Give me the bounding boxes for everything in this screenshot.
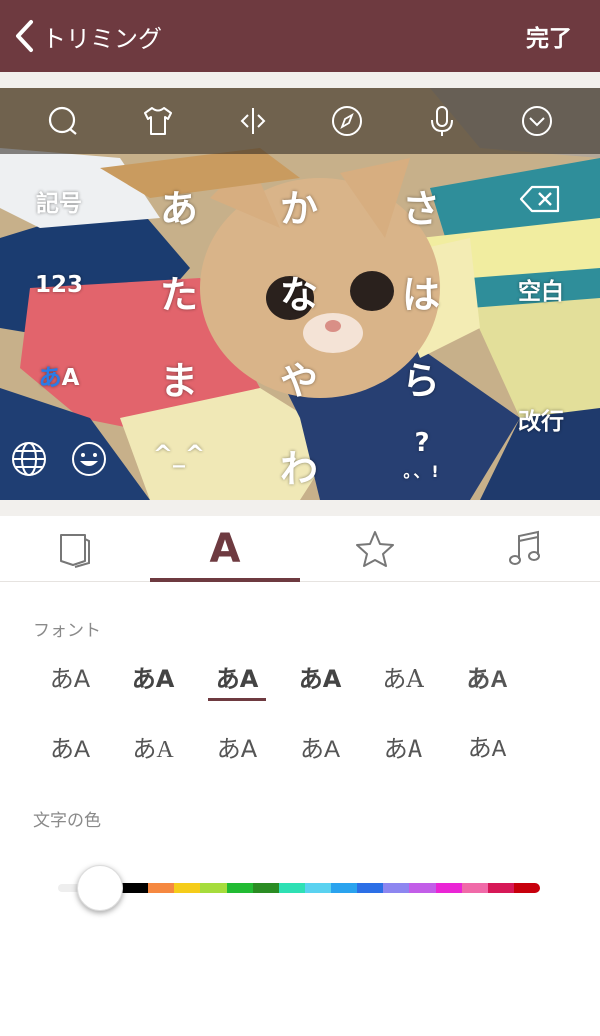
key-ra[interactable]: ら: [386, 350, 456, 405]
key-na[interactable]: な: [264, 264, 334, 319]
font-option[interactable]: あA: [450, 721, 524, 771]
color-swatch[interactable]: [357, 883, 384, 893]
resize-icon[interactable]: [235, 103, 271, 139]
font-option[interactable]: あA: [33, 651, 107, 701]
font-option[interactable]: あA: [116, 651, 190, 701]
font-option[interactable]: あA: [200, 721, 274, 771]
key-ka[interactable]: か: [264, 178, 334, 233]
keyboard-toolbar: [0, 88, 600, 154]
font-tab-label: A: [209, 525, 241, 572]
font-option[interactable]: あA: [283, 651, 357, 701]
color-swatch[interactable]: [513, 883, 540, 893]
key-a[interactable]: あ: [144, 178, 214, 233]
backspace-icon[interactable]: [518, 184, 562, 214]
search-icon[interactable]: [45, 103, 81, 139]
color-swatch[interactable]: [409, 883, 436, 893]
color-swatch[interactable]: [435, 883, 462, 893]
compass-icon[interactable]: [329, 103, 365, 139]
key-ma[interactable]: ま: [144, 350, 214, 405]
tab-sound[interactable]: [450, 516, 600, 581]
font-option[interactable]: あA: [450, 651, 524, 701]
divider: [0, 500, 600, 516]
tab-font[interactable]: A: [150, 516, 300, 582]
key-punctuation[interactable]: ? 。、!: [392, 428, 452, 482]
font-option[interactable]: あA: [33, 721, 107, 771]
shirt-icon[interactable]: [140, 103, 176, 139]
color-swatch[interactable]: [252, 883, 279, 893]
key-ha[interactable]: は: [386, 264, 456, 319]
color-swatch[interactable]: [174, 883, 201, 893]
back-label: トリミング: [42, 24, 162, 53]
punct-question: ?: [414, 428, 430, 458]
key-symbols[interactable]: 記号: [14, 184, 104, 218]
music-note-icon: [509, 530, 540, 565]
globe-icon[interactable]: [10, 440, 48, 478]
color-swatch[interactable]: [148, 883, 175, 893]
key-numbers[interactable]: 123: [14, 272, 104, 298]
star-icon: [356, 530, 394, 567]
mode-kana: あ: [38, 365, 62, 391]
tab-background[interactable]: [0, 516, 150, 581]
color-section-label: 文字の色: [33, 811, 101, 831]
done-button[interactable]: 完了: [526, 19, 572, 53]
key-ta[interactable]: た: [144, 264, 214, 319]
key-enter[interactable]: 改行: [496, 402, 586, 436]
font-option-selected[interactable]: あA: [200, 651, 274, 701]
chevron-down-icon[interactable]: [519, 103, 555, 139]
color-swatch[interactable]: [304, 883, 331, 893]
key-ya[interactable]: や: [264, 350, 334, 405]
key-wa[interactable]: わ: [264, 438, 334, 493]
color-swatch[interactable]: [331, 883, 358, 893]
key-emoticon[interactable]: ^_^: [144, 440, 214, 468]
color-swatch[interactable]: [226, 883, 253, 893]
mic-icon[interactable]: [424, 103, 460, 139]
tab-effects[interactable]: [300, 516, 450, 581]
font-option[interactable]: あA: [283, 721, 357, 771]
color-slider[interactable]: [58, 858, 548, 918]
key-input-mode[interactable]: あA: [14, 358, 104, 392]
font-section-label: フォント: [33, 621, 101, 641]
keyboard-preview: 記号 123 あA あ か さ た な は ま や ら わ ^_^ ? 。、! …: [0, 88, 600, 500]
emoji-icon[interactable]: [70, 440, 108, 478]
divider: [0, 72, 600, 88]
tag-icon: [60, 533, 90, 568]
style-tabs: A: [0, 516, 600, 582]
color-swatch[interactable]: [278, 883, 305, 893]
color-swatch[interactable]: [200, 883, 227, 893]
mode-alpha: A: [61, 365, 80, 391]
key-space[interactable]: 空白: [496, 272, 586, 306]
font-option[interactable]: あA: [366, 651, 440, 701]
font-option[interactable]: あA: [366, 721, 440, 771]
color-swatch[interactable]: [383, 883, 410, 893]
key-sa[interactable]: さ: [386, 178, 456, 233]
color-swatch[interactable]: [122, 883, 149, 893]
color-swatch[interactable]: [461, 883, 488, 893]
color-swatch[interactable]: [487, 883, 514, 893]
back-button[interactable]: トリミング: [12, 19, 162, 54]
header: トリミング 完了: [0, 0, 600, 72]
slider-thumb[interactable]: [77, 865, 123, 911]
font-option[interactable]: あA: [116, 721, 190, 771]
color-spectrum-track: [122, 883, 540, 893]
chevron-left-icon: [16, 20, 33, 52]
punct-marks: 。、!: [403, 462, 441, 481]
